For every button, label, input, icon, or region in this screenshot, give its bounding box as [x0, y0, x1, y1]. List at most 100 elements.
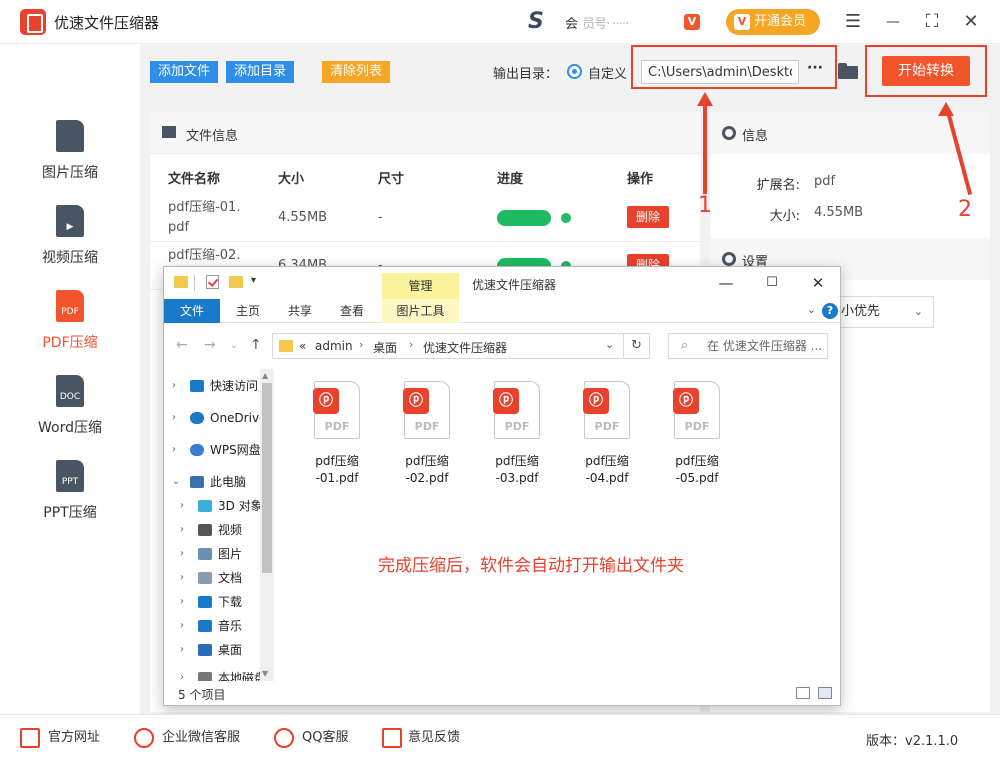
- scroll-down-icon[interactable]: ▼: [262, 669, 268, 678]
- wps-cloud-icon: [190, 444, 204, 456]
- up-arrow-icon[interactable]: ↑: [250, 337, 262, 353]
- tab-share[interactable]: 共享: [276, 299, 324, 323]
- table-row[interactable]: pdf压缩-01. pdf 4.55MB - 删除: [150, 194, 700, 242]
- manage-tab[interactable]: 管理: [382, 273, 459, 299]
- divider: [194, 275, 195, 291]
- tab-picture-tools[interactable]: 图片工具: [382, 299, 459, 323]
- quick-access-dropdown-icon[interactable]: ▾: [251, 275, 256, 286]
- add-directory-button[interactable]: 添加目录: [226, 61, 295, 83]
- wechat-service-link[interactable]: 企业微信客服: [162, 728, 240, 748]
- tab-file[interactable]: 文件: [164, 299, 220, 323]
- close-button[interactable]: ✕: [959, 10, 983, 34]
- file-name-line1: pdf压缩: [675, 454, 719, 468]
- qq-service-link[interactable]: QQ客服: [302, 728, 348, 748]
- maximize-button[interactable]: ⛶: [920, 10, 944, 34]
- sidebar-item-pdf-compress[interactable]: PDF PDF压缩: [0, 290, 140, 370]
- chevron-right-icon[interactable]: ›: [409, 338, 413, 351]
- file-item-pdf-03[interactable]: ⓟ PDF pdf压缩 -03.pdf: [482, 381, 552, 491]
- forward-arrow-icon[interactable]: →: [204, 337, 216, 353]
- tree-scrollbar[interactable]: ▲ ▼: [260, 369, 274, 681]
- sidebar-item-video-compress[interactable]: ▶ 视频压缩: [0, 205, 140, 285]
- chevron-down-icon[interactable]: ⌄: [605, 338, 614, 351]
- member-account-text[interactable]: 会 员号· ·····: [565, 13, 675, 32]
- clear-list-button[interactable]: 清除列表: [322, 61, 391, 83]
- breadcrumb-current[interactable]: 优速文件压缩器: [423, 339, 507, 356]
- sidebar-item-label: PDF压缩: [42, 335, 98, 351]
- gear-icon: [722, 252, 736, 266]
- ribbon-tabs: 文件 主页 共享 查看 图片工具 ⌄: [164, 299, 840, 323]
- custom-dir-radio[interactable]: [567, 64, 582, 79]
- item-count: 5 个项目: [178, 688, 226, 702]
- tab-home[interactable]: 主页: [224, 299, 272, 323]
- breadcrumb-overflow[interactable]: «: [299, 339, 306, 353]
- tree-label: 桌面: [218, 643, 243, 657]
- minimize-button[interactable]: —: [881, 10, 905, 34]
- chevron-right-icon[interactable]: ›: [359, 338, 363, 351]
- folder-icon: [279, 340, 293, 352]
- progress-bar: [497, 210, 551, 226]
- tree-label: 下载: [218, 595, 243, 609]
- extension-label: 扩展名:: [756, 178, 800, 193]
- explorer-minimize-button[interactable]: —: [716, 273, 736, 293]
- file-item-pdf-01[interactable]: ⓟ PDF pdf压缩 -01.pdf: [302, 381, 372, 491]
- priority-select[interactable]: 小优先 ⌄: [830, 296, 934, 328]
- column-header-action: 操作: [627, 172, 654, 187]
- output-path-highlight: [631, 45, 837, 89]
- file-item-pdf-02[interactable]: ⓟ PDF pdf压缩 -02.pdf: [392, 381, 462, 491]
- back-arrow-icon[interactable]: ←: [176, 337, 188, 353]
- pdf-file-icon: PDF: [56, 290, 84, 322]
- explorer-maximize-button[interactable]: ☐: [762, 273, 782, 293]
- delete-button[interactable]: 删除: [627, 206, 669, 228]
- search-icon: ⌕: [681, 338, 689, 353]
- image-file-icon: [56, 120, 84, 152]
- details-view-icon[interactable]: [796, 687, 810, 699]
- search-input[interactable]: ⌕ 在 优速文件压缩器 ...: [668, 333, 828, 359]
- start-convert-button[interactable]: 开始转换: [882, 56, 970, 86]
- sidebar-item-image-compress[interactable]: 图片压缩: [0, 120, 140, 200]
- scroll-up-icon[interactable]: ▲: [262, 371, 268, 380]
- file-name-line1: pdf压缩: [495, 454, 539, 468]
- open-folder-icon[interactable]: [838, 63, 858, 79]
- scrollbar-thumb[interactable]: [262, 383, 272, 573]
- sidebar: 图片压缩 ▶ 视频压缩 PDF PDF压缩 DOC Word压缩 PPT PPT…: [0, 44, 140, 714]
- file-item-pdf-05[interactable]: ⓟ PDF pdf压缩 -05.pdf: [662, 381, 732, 491]
- address-bar[interactable]: « admin › 桌面 › 优速文件压缩器 ⌄: [272, 333, 624, 359]
- properties-check-icon[interactable]: [206, 275, 219, 289]
- recent-dropdown-icon[interactable]: ⌄: [230, 340, 238, 351]
- title-bar: 优速文件压缩器 S 会 员号· ····· V V 开通会员 ☰ — ⛶ ✕: [0, 0, 1000, 44]
- website-icon: [20, 728, 40, 748]
- add-file-button[interactable]: 添加文件: [150, 61, 219, 83]
- menu-icon[interactable]: ☰: [841, 10, 865, 34]
- output-dir-label: 输出目录：: [493, 67, 559, 82]
- size-label: 大小:: [769, 209, 800, 224]
- member-logo-icon: S: [528, 9, 544, 34]
- open-vip-button[interactable]: V 开通会员: [726, 9, 820, 35]
- file-name-line1: pdf压缩: [315, 454, 359, 468]
- tree-label: 快速访问: [210, 379, 259, 393]
- file-name-line1: pdf压缩-01.: [168, 200, 241, 215]
- explorer-close-button[interactable]: ✕: [808, 273, 828, 293]
- desktop-folder-icon: [198, 644, 212, 656]
- official-site-link[interactable]: 官方网址: [48, 728, 100, 748]
- feedback-link[interactable]: 意见反馈: [408, 728, 460, 748]
- tab-view[interactable]: 查看: [328, 299, 376, 323]
- new-folder-icon[interactable]: [229, 276, 243, 288]
- version-text: 版本：v2.1.1.0: [866, 734, 959, 749]
- breadcrumb-admin[interactable]: admin: [315, 339, 353, 353]
- help-icon[interactable]: ?: [822, 303, 838, 319]
- file-name-line1: pdf压缩-02.: [168, 248, 241, 263]
- breadcrumb-desktop[interactable]: 桌面: [373, 339, 397, 356]
- onedrive-icon: [190, 412, 204, 424]
- file-item-pdf-04[interactable]: ⓟ PDF pdf压缩 -04.pdf: [572, 381, 642, 491]
- large-icons-view-icon[interactable]: [818, 687, 832, 699]
- sidebar-item-word-compress[interactable]: DOC Word压缩: [0, 375, 140, 455]
- file-name-line1: pdf压缩: [405, 454, 449, 468]
- ribbon-expand-icon[interactable]: ⌄: [807, 303, 816, 316]
- tree-label: 此电脑: [210, 475, 247, 489]
- tree-label: 音乐: [218, 619, 243, 633]
- file-name: pdf压缩 -01.pdf: [302, 453, 372, 487]
- sidebar-item-ppt-compress[interactable]: PPT PPT压缩: [0, 460, 140, 540]
- refresh-button[interactable]: ↻: [624, 333, 650, 359]
- qq-icon: [274, 728, 294, 748]
- pdf-type-text: PDF: [504, 420, 530, 433]
